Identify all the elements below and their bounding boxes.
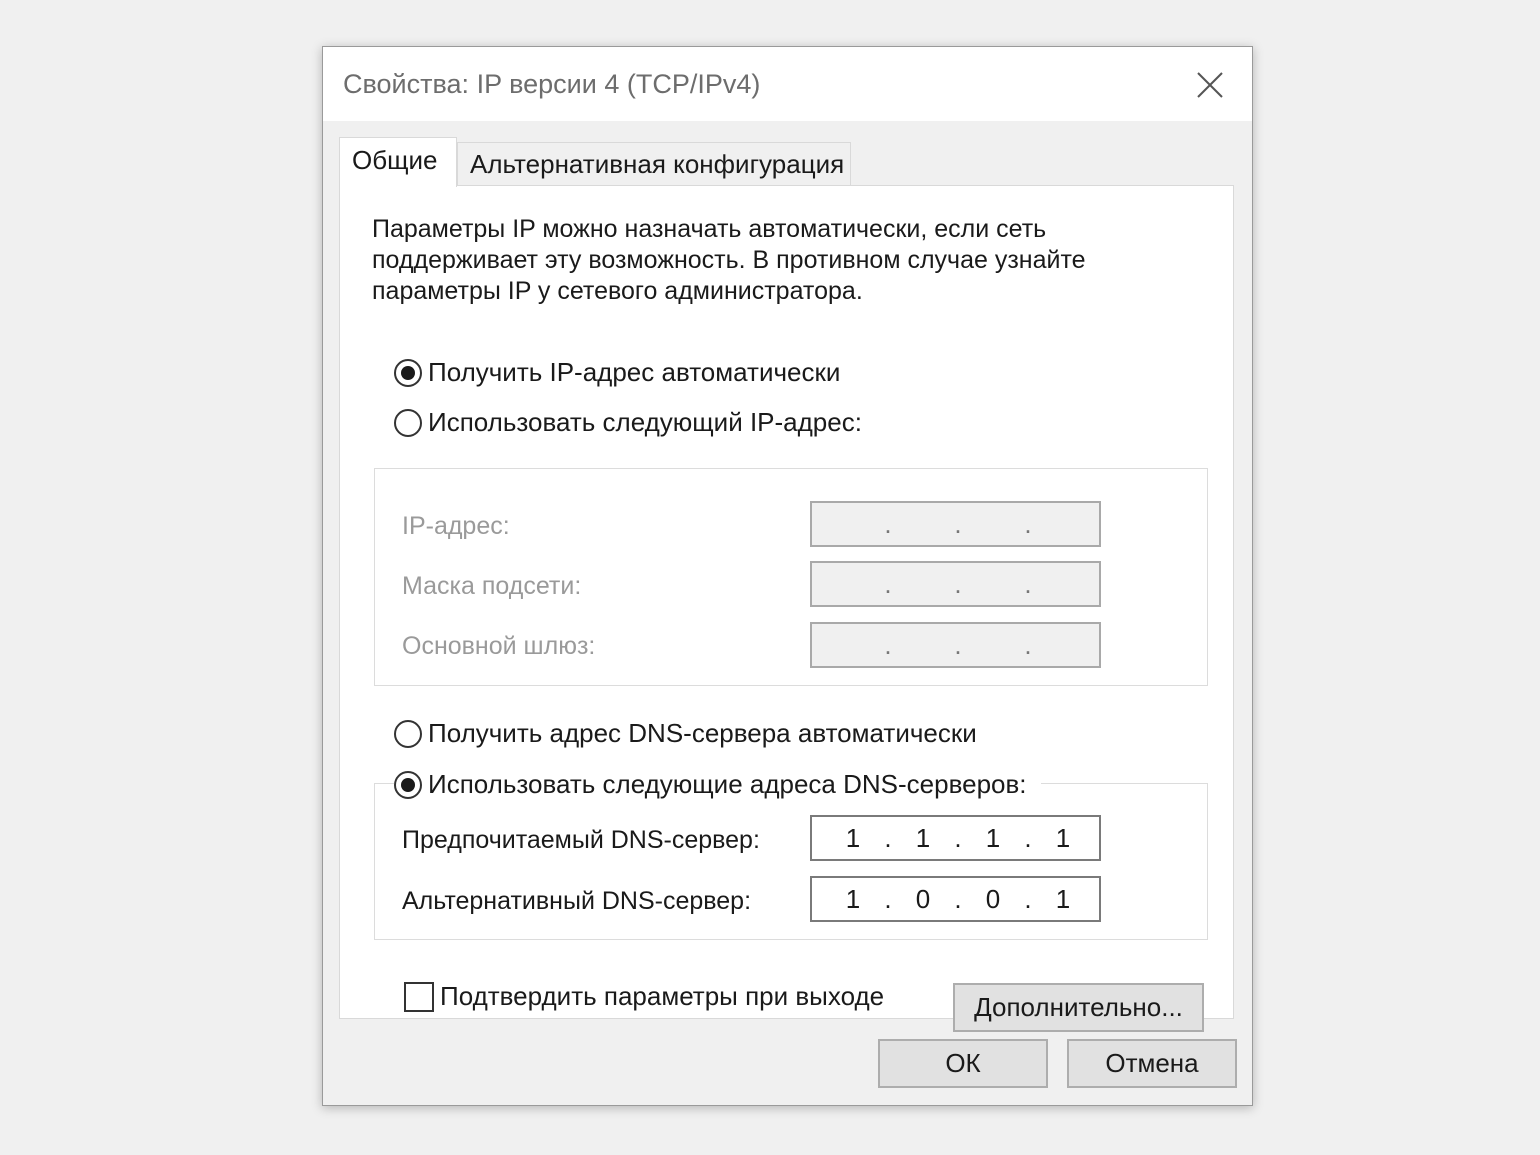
ok-button[interactable]: ОК: [878, 1039, 1048, 1088]
octet: 1: [845, 884, 861, 914]
octet-separator: .: [884, 884, 892, 914]
octet-separator: .: [884, 630, 892, 660]
title-bar: Свойства: IP версии 4 (TCP/IPv4): [323, 47, 1252, 121]
default-gateway-field[interactable]: . . .: [810, 622, 1101, 668]
octet-separator: .: [954, 823, 962, 853]
dns-auto-radio[interactable]: Получить адрес DNS-сервера автоматически: [394, 718, 991, 749]
octet-separator: .: [1024, 823, 1032, 853]
validate-on-exit-checkbox[interactable]: Подтвердить параметры при выходе: [404, 981, 884, 1012]
octet: 1: [985, 823, 1001, 853]
octet: 0: [915, 884, 931, 914]
intro-line: поддерживает эту возможность. В противно…: [372, 246, 1086, 274]
octet: 1: [1055, 884, 1071, 914]
tab-alternate-config[interactable]: Альтернативная конфигурация: [457, 142, 851, 190]
octet: 1: [1055, 823, 1071, 853]
cancel-button[interactable]: Отмена: [1067, 1039, 1237, 1088]
close-button[interactable]: [1190, 65, 1230, 105]
octet-separator: .: [1024, 630, 1032, 660]
ip-address-label: IP-адрес:: [402, 512, 510, 540]
octet-separator: .: [954, 884, 962, 914]
ip-address-field[interactable]: . . .: [810, 501, 1101, 547]
general-tab-panel: Параметры IP можно назначать автоматичес…: [339, 185, 1234, 1032]
ip-auto-radio[interactable]: Получить IP-адрес автоматически: [394, 357, 855, 388]
ip-auto-label: Получить IP-адрес автоматически: [428, 357, 841, 387]
octet-separator: .: [954, 569, 962, 599]
ipv4-properties-dialog: Свойства: IP версии 4 (TCP/IPv4) Общие А…: [322, 46, 1253, 1106]
octet: 1: [845, 823, 861, 853]
ip-manual-radio[interactable]: Использовать следующий IP-адрес:: [394, 407, 876, 438]
validate-on-exit-label: Подтвердить параметры при выходе: [440, 981, 885, 1011]
octet-separator: .: [954, 509, 962, 539]
preferred-dns-field[interactable]: 1 . 1 . 1 . 1: [810, 815, 1101, 861]
octet: 0: [985, 884, 1001, 914]
radio-button[interactable]: [394, 408, 422, 437]
octet-separator: .: [884, 823, 892, 853]
radio-button-checked[interactable]: [394, 358, 422, 387]
default-gateway-label: Основной шлюз:: [402, 632, 596, 660]
dns-manual-label: Использовать следующие адреса DNS-сервер…: [428, 769, 1027, 799]
ip-manual-label: Использовать следующий IP-адрес:: [428, 407, 862, 437]
octet-separator: .: [1024, 509, 1032, 539]
preferred-dns-label: Предпочитаемый DNS-сервер:: [402, 826, 760, 854]
alternate-dns-field[interactable]: 1 . 0 . 0 . 1: [810, 876, 1101, 922]
intro-line: Параметры IP можно назначать автоматичес…: [372, 215, 1047, 243]
advanced-button[interactable]: Дополнительно...: [953, 983, 1204, 1032]
radio-button-checked[interactable]: [394, 770, 422, 799]
intro-line: параметры IP у сетевого администратора.: [372, 277, 863, 305]
octet-separator: .: [884, 569, 892, 599]
close-icon: [1197, 72, 1223, 98]
checkbox[interactable]: [404, 981, 434, 1012]
dns-manual-radio[interactable]: Использовать следующие адреса DNS-сервер…: [394, 769, 1041, 800]
octet-separator: .: [954, 630, 962, 660]
dns-auto-label: Получить адрес DNS-сервера автоматически: [428, 718, 977, 748]
octet-separator: .: [1024, 884, 1032, 914]
alternate-dns-label: Альтернативный DNS-сервер:: [402, 887, 752, 915]
radio-button[interactable]: [394, 719, 422, 748]
subnet-mask-field[interactable]: . . .: [810, 561, 1101, 607]
tab-general[interactable]: Общие: [339, 137, 457, 187]
intro-text: Параметры IP можно назначать автоматичес…: [372, 214, 1172, 307]
window-title: Свойства: IP версии 4 (TCP/IPv4): [343, 69, 761, 99]
octet-separator: .: [1024, 569, 1032, 599]
octet-separator: .: [884, 509, 892, 539]
octet: 1: [915, 823, 931, 853]
subnet-mask-label: Маска подсети:: [402, 572, 582, 600]
